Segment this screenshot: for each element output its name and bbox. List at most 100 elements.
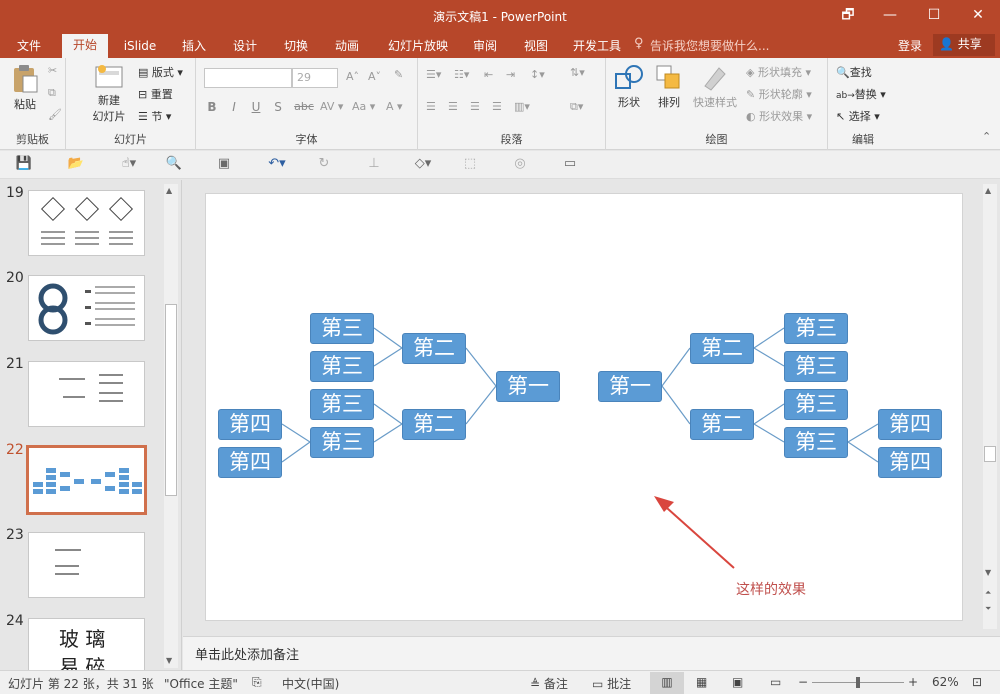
node-level3[interactable]: 第三 [310,389,374,420]
slide-thumbnail-24[interactable]: 玻 璃 易 碎 [28,618,145,670]
reading-view-icon[interactable]: ▣ [732,675,743,689]
shrink-font-icon[interactable]: A˅ [368,70,381,83]
slide-thumbnail-22[interactable] [26,445,147,515]
change-case-icon[interactable]: Aa ▾ [352,100,375,113]
save-icon[interactable]: 💾 [14,156,34,174]
node-level3[interactable]: 第三 [310,351,374,382]
thumbnails-scroll-thumb[interactable] [165,304,177,496]
close-button[interactable]: ✕ [956,0,1000,32]
node-level4[interactable]: 第四 [218,447,282,478]
numbering-icon[interactable]: ☷▾ [454,68,469,81]
cut-icon[interactable]: ✂ [48,64,57,77]
node-level2[interactable]: 第二 [402,333,466,364]
line-spacing-icon[interactable]: ↕▾ [530,68,545,81]
scroll-down-icon[interactable]: ▼ [166,656,172,665]
find-button[interactable]: 🔍查找 [836,64,872,80]
slide-thumbnail-19[interactable] [28,190,145,256]
shapes-qat-icon[interactable]: ◇▾ [408,156,438,174]
tab-review[interactable]: 审阅 [463,36,507,58]
tab-developer[interactable]: 开发工具 [566,36,628,58]
normal-view-icon[interactable]: ▥ [650,672,684,694]
editor-scroll-thumb[interactable] [984,446,996,462]
quick-styles-button[interactable]: 快速样式 [690,64,740,110]
node-level3[interactable]: 第三 [310,427,374,458]
node-level1[interactable]: 第一 [496,371,560,402]
tab-slideshow[interactable]: 幻灯片放映 [380,36,456,58]
node-level3[interactable]: 第三 [784,313,848,344]
tab-home[interactable]: 开始 [62,34,108,58]
zoom-out-icon[interactable]: − [798,675,808,689]
language-status[interactable]: 中文(中国) [282,675,339,692]
print-preview-icon[interactable]: 🔍 [164,156,184,174]
undo-icon[interactable]: ↶▾ [262,156,292,174]
slide-thumbnail-21[interactable] [28,361,145,427]
align-icon[interactable]: ⊥ [364,156,384,174]
node-level4[interactable]: 第四 [878,447,942,478]
group-icon[interactable]: ⬚ [460,156,480,174]
copy-icon[interactable]: ⧉ [48,86,56,100]
char-spacing-icon[interactable]: AV ▾ [320,100,343,113]
thumbnails-scrollbar[interactable]: ▲ ▼ [164,184,178,668]
clear-format-icon[interactable]: ✎ [394,68,403,81]
scroll-down-icon[interactable]: ▼ [985,568,991,577]
collapse-ribbon-icon[interactable]: ⌃ [982,130,991,143]
node-level2[interactable]: 第二 [690,409,754,440]
node-level3[interactable]: 第三 [310,313,374,344]
strikethrough-button[interactable]: abc [292,100,316,113]
format-painter-icon[interactable]: 🖌 [48,108,62,121]
scroll-up-icon[interactable]: ▲ [985,186,991,195]
zoom-level[interactable]: 62% [932,675,959,689]
maximize-button[interactable]: ☐ [912,0,956,32]
notes-toggle[interactable]: ≜ 备注 [530,675,568,692]
notes-pane[interactable]: 单击此处添加备注 [183,636,1000,670]
slide-thumbnail-23[interactable] [28,532,145,598]
tab-file[interactable]: 文件 [8,36,50,58]
tab-insert[interactable]: 插入 [172,36,216,58]
slideshow-view-icon[interactable]: ▭ [770,675,781,689]
tab-transitions[interactable]: 切换 [274,36,318,58]
shape-fill-button[interactable]: ◈ 形状填充 ▾ [746,64,811,80]
columns-icon[interactable]: ▥▾ [514,100,530,113]
section-button[interactable]: ☰ 节 ▾ [138,108,171,124]
shapes-button[interactable]: 形状 [612,64,646,110]
font-color-icon[interactable]: A ▾ [386,100,403,113]
replace-button[interactable]: ab→替换 ▾ [836,86,886,102]
align-left-icon[interactable]: ☰ [426,100,436,113]
node-level2[interactable]: 第二 [402,409,466,440]
touch-mode-icon[interactable]: ☝▾ [114,156,144,174]
new-slide-button[interactable]: 新建 幻灯片 [86,64,132,124]
node-level3[interactable]: 第三 [784,389,848,420]
zoom-slider-thumb[interactable] [856,677,860,688]
slide-sorter-icon[interactable]: ▦ [696,675,707,689]
grow-font-icon[interactable]: A˄ [346,70,359,83]
shadow-button[interactable]: S [270,100,286,114]
underline-button[interactable]: U [248,100,264,114]
node-level3[interactable]: 第三 [784,351,848,382]
shape-effects-button[interactable]: ◐ 形状效果 ▾ [746,108,812,124]
font-name-select[interactable] [204,68,292,88]
tab-islide[interactable]: iSlide [118,36,162,58]
justify-icon[interactable]: ☰ [492,100,502,113]
share-button[interactable]: 👤 共享 [933,34,995,56]
reset-button[interactable]: ⊟ 重置 [138,86,173,102]
tell-me-input[interactable]: 告诉我您想要做什么... [650,37,769,54]
tab-view[interactable]: 视图 [514,36,558,58]
smartart-icon[interactable]: ⧉▾ [570,100,583,114]
decrease-indent-icon[interactable]: ⇤ [484,68,493,81]
increase-indent-icon[interactable]: ⇥ [506,68,515,81]
arrange-button[interactable]: 排列 [652,64,686,110]
node-level3[interactable]: 第三 [784,427,848,458]
login-link[interactable]: 登录 [898,37,922,54]
tab-design[interactable]: 设计 [223,36,267,58]
comments-toggle[interactable]: ▭ 批注 [592,675,631,692]
restore-ribbon-button[interactable]: 🗗 [826,0,870,32]
node-level2[interactable]: 第二 [690,333,754,364]
slideshow-icon[interactable]: ▣ [214,156,234,174]
scroll-up-icon[interactable]: ▲ [166,186,172,195]
shape-outline-button[interactable]: ✎ 形状轮廓 ▾ [746,86,812,102]
paste-button[interactable]: 粘贴 [8,64,42,112]
minimize-button[interactable]: — [868,0,912,32]
node-level1[interactable]: 第一 [598,371,662,402]
align-right-icon[interactable]: ☰ [470,100,480,113]
node-level4[interactable]: 第四 [878,409,942,440]
